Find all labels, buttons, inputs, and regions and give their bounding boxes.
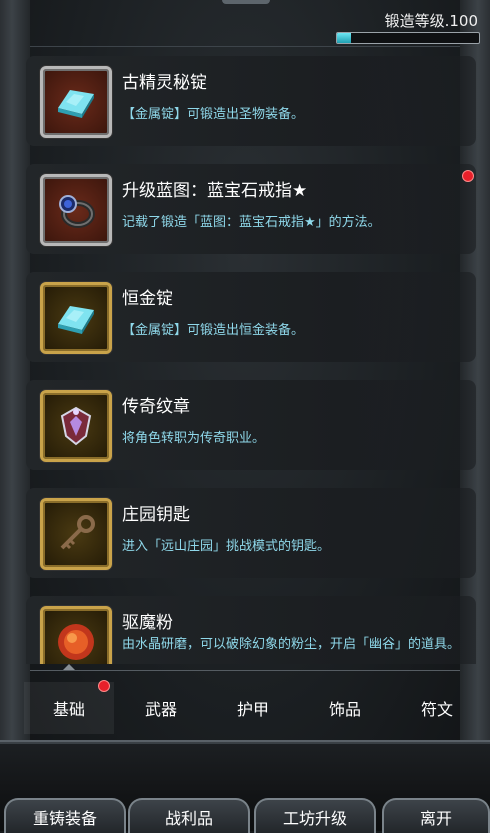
category-tabs: 基础 武器 护甲 饰品 符文 <box>24 680 476 734</box>
key-icon <box>40 498 112 570</box>
item-description: 【金属锭】可锻造出恒金装备。 <box>122 323 305 338</box>
item-description: 【金属锭】可锻造出圣物装备。 <box>122 107 305 122</box>
tab-label: 符文 <box>420 700 453 719</box>
list-item[interactable]: 驱魔粉由水晶研磨，可以破除幻象的粉尘，开启「幽谷」的道具。 <box>26 596 476 664</box>
powder-icon <box>40 606 112 664</box>
tab-5[interactable]: 符文 <box>392 682 482 734</box>
notification-badge <box>98 680 110 692</box>
action-button-label: 工坊升级 <box>282 808 347 828</box>
action-button-2[interactable]: 战利品 <box>128 798 250 833</box>
item-list[interactable]: 古精灵秘锭【金属锭】可锻造出圣物装备。升级蓝图：蓝宝石戒指★ 记载了锻造「蓝图：蓝… <box>26 56 476 664</box>
action-button-1[interactable]: 重铸装备 <box>4 798 126 833</box>
action-button-label: 战利品 <box>164 808 213 828</box>
item-description: 将角色转职为传奇职业。 <box>122 431 266 446</box>
forge-level-progress-bar <box>336 32 480 44</box>
item-title: 传奇纹章 <box>122 397 190 417</box>
item-title: 古精灵秘锭 <box>122 73 207 93</box>
action-button-label: 离开 <box>419 808 452 828</box>
forge-level-progress-fill <box>337 33 352 43</box>
action-button-4[interactable]: 离开 <box>382 798 490 833</box>
item-title: 庄园钥匙 <box>122 505 190 525</box>
tab-label: 护甲 <box>236 700 269 719</box>
tab-label: 基础 <box>52 700 85 719</box>
ingot-icon <box>40 66 112 138</box>
tab-divider <box>30 670 460 671</box>
tab-2[interactable]: 武器 <box>116 682 206 734</box>
list-item[interactable]: 传奇纹章将角色转职为传奇职业。 <box>26 380 476 470</box>
item-description: 记载了锻造「蓝图：蓝宝石戒指★」的方法。 <box>122 215 381 230</box>
item-description: 进入「远山庄园」挑战模式的钥匙。 <box>122 539 331 554</box>
list-item[interactable]: 恒金锭【金属锭】可锻造出恒金装备。 <box>26 272 476 362</box>
action-button-label: 重铸装备 <box>32 808 97 828</box>
forge-level-label: 锻造等级.100 <box>384 12 478 30</box>
tab-3[interactable]: 护甲 <box>208 682 298 734</box>
tab-1[interactable]: 基础 <box>24 680 114 734</box>
item-description: 由水晶研磨，可以破除幻象的粉尘，开启「幽谷」的道具。 <box>122 637 461 652</box>
crest-icon <box>40 390 112 462</box>
tab-label: 武器 <box>144 700 177 719</box>
list-item[interactable]: 庄园钥匙进入「远山庄园」挑战模式的钥匙。 <box>26 488 476 578</box>
ingot-icon <box>40 282 112 354</box>
header-divider <box>30 46 460 47</box>
action-button-3[interactable]: 工坊升级 <box>254 798 376 833</box>
list-item[interactable]: 古精灵秘锭【金属锭】可锻造出圣物装备。 <box>26 56 476 146</box>
list-item[interactable]: 升级蓝图：蓝宝石戒指★ 记载了锻造「蓝图：蓝宝石戒指★」的方法。 <box>26 164 476 254</box>
item-title: 升级蓝图：蓝宝石戒指★ <box>122 181 308 201</box>
sapphire-ring-icon <box>40 174 112 246</box>
item-title: 驱魔粉 <box>122 613 173 633</box>
item-title: 恒金锭 <box>122 289 173 309</box>
tab-4[interactable]: 饰品 <box>300 682 390 734</box>
notification-badge <box>462 170 474 182</box>
top-notch <box>222 0 270 4</box>
tab-label: 饰品 <box>328 700 361 719</box>
